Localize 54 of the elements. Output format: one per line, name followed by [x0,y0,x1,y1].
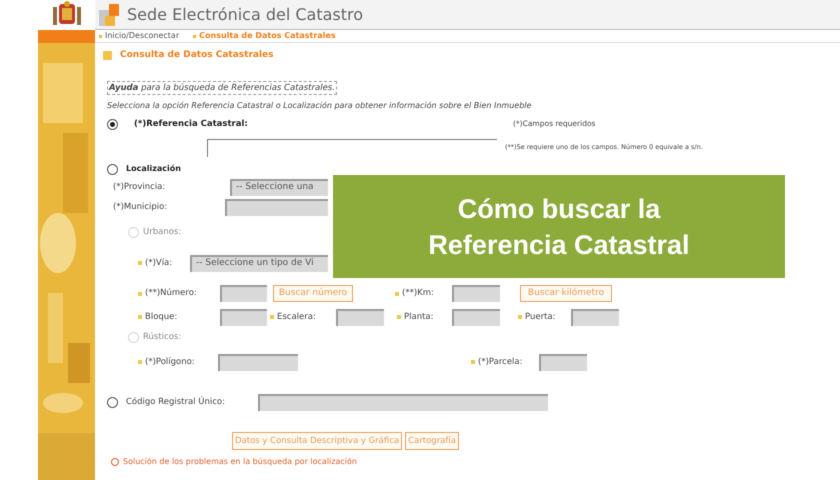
bullet-icon [395,292,399,296]
field-label: (*)Parcela: [478,356,522,367]
input-field[interactable] [220,308,267,326]
bullet-icon [138,360,142,364]
bullet-icon [138,292,142,296]
field-label: (*)Polígono: [145,356,195,367]
input-field[interactable] [452,285,500,302]
input-field[interactable] [220,285,267,302]
field-label: (*)Provincia: [113,182,166,192]
field-label: Puerta: [525,312,556,322]
input-field[interactable] [225,199,328,216]
field-label: Escalera: [277,312,316,322]
banner-title: Cómo buscar la [458,192,660,226]
radio-button[interactable] [107,118,118,130]
breadcrumb-link[interactable]: Consulta de Datos Catastrales [193,30,336,42]
bullet-icon [138,261,142,265]
field-label: (**)Número: [145,288,197,298]
help-link[interactable]: Solución de los problemas en la búsqueda por localización [123,456,357,468]
page-heading: Consulta de Datos Catastrales [120,48,274,62]
banner-title: Referencia Catastral [428,228,690,262]
info-icon [111,458,119,466]
field-label: Urbanos: [143,226,182,237]
bullet-icon [471,360,475,364]
heading-icon [103,51,112,60]
field-label: Bloque: [145,312,178,322]
bullet-icon [270,315,274,319]
bullet-icon [138,315,142,319]
bullet-icon [518,315,522,319]
input-field[interactable] [258,394,548,410]
header-stripe [38,30,95,43]
help-link[interactable]: Ayuda para la búsqueda de Referencias Catastrales. [107,80,337,96]
option-label: Localización [126,164,181,173]
input-field[interactable] [571,308,619,326]
input-field[interactable]: -- Seleccione una [230,178,328,196]
field-label: Planta: [404,312,434,322]
field-label: (*)Municipio: [113,202,168,212]
field-label: Rústicos: [143,332,182,342]
radio-button[interactable] [107,396,118,408]
bullet-icon [397,315,401,319]
breadcrumb-link[interactable]: Inicio/Desconectar [99,30,180,42]
action-button[interactable]: Datos y Consulta Descriptiva y Gráfica [232,432,402,450]
instruction-text: Selecciona la opción Referencia Catastral o Localización para obtener información sobre el Bien Inmueble [107,100,532,112]
input-field[interactable] [539,354,587,370]
radio-button[interactable] [107,164,118,174]
field-label: Código Registral Único: [126,396,225,407]
site-title: Sede Electrónica del Catastro [127,4,364,26]
option-label: (*)Referencia Catastral: [134,118,248,129]
field-label: (*)Vía: [145,258,172,268]
action-button[interactable]: Cartografía [405,432,459,450]
logo-icon [99,4,121,26]
input-field[interactable] [452,308,500,326]
field-label: (**)Km: [402,288,434,298]
input-field[interactable] [336,308,384,326]
input-field[interactable] [218,354,298,370]
